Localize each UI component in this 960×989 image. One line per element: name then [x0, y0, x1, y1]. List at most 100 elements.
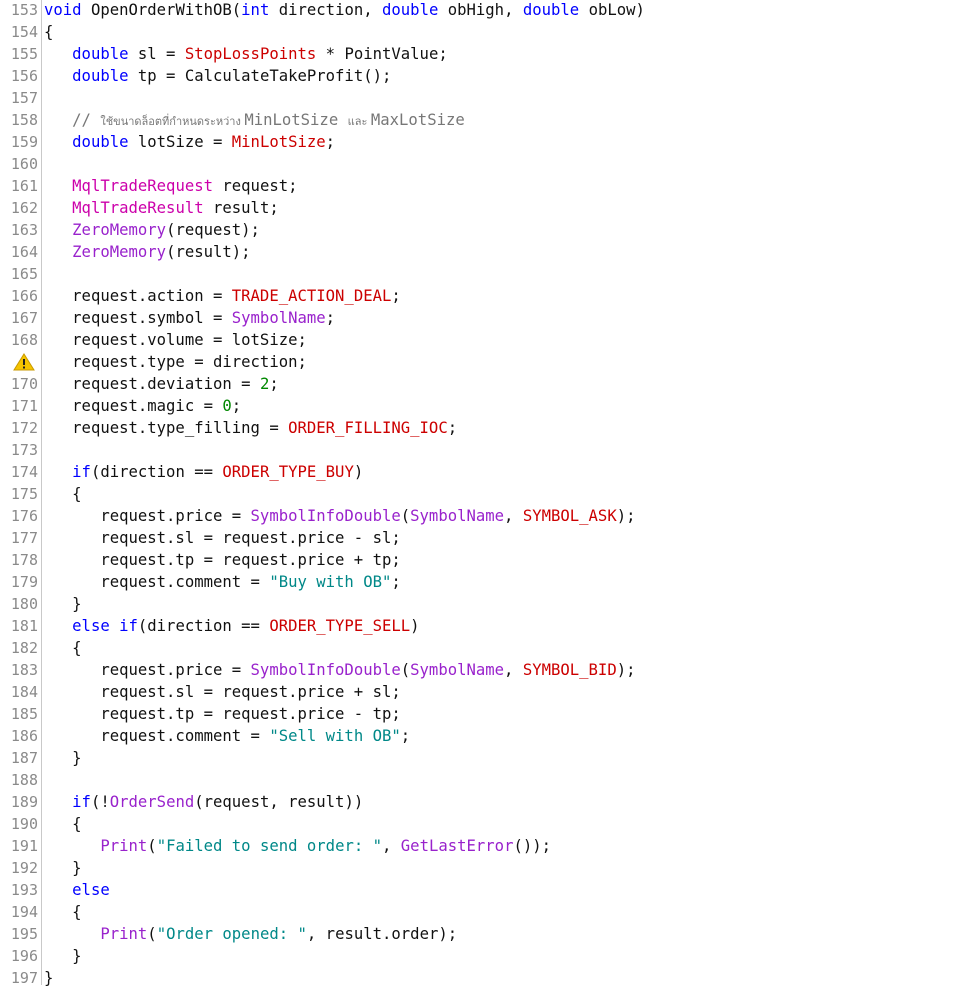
code-line[interactable]: 180 }	[0, 593, 960, 615]
code-token: );	[616, 661, 636, 679]
code-token: request.volume = lotSize;	[44, 331, 307, 349]
line-number: 183	[10, 661, 38, 679]
code-line[interactable]: 186 request.comment = "Sell with OB";	[0, 725, 960, 747]
code-line[interactable]: 178 request.tp = request.price + tp;	[0, 549, 960, 571]
code-line[interactable]: 184 request.sl = request.price + sl;	[0, 681, 960, 703]
code-line[interactable]: 187 }	[0, 747, 960, 769]
code-line[interactable]: 183 request.price = SymbolInfoDouble(Sym…	[0, 659, 960, 681]
code-line[interactable]: 181 else if(direction == ORDER_TYPE_SELL…	[0, 615, 960, 637]
code-token: "Sell with OB"	[269, 727, 401, 745]
code-token: double	[72, 133, 138, 151]
code-line[interactable]: 159 double lotSize = MinLotSize;	[0, 131, 960, 153]
code-line[interactable]: 191 Print("Failed to send order: ", GetL…	[0, 835, 960, 857]
code-line[interactable]: 193 else	[0, 879, 960, 901]
line-number: 156	[10, 67, 38, 85]
code-token: )	[410, 617, 420, 635]
code-line[interactable]: 196 }	[0, 945, 960, 967]
code-line[interactable]: 175 {	[0, 483, 960, 505]
code-line[interactable]: 177 request.sl = request.price - sl;	[0, 527, 960, 549]
code-line[interactable]: 154 {	[0, 21, 960, 43]
code-line[interactable]: 162 MqlTradeResult result;	[0, 197, 960, 219]
code-text: request.comment = "Sell with OB";	[44, 725, 410, 747]
code-token: MqlTradeRequest	[72, 177, 213, 195]
code-text: // ใช้ขนาดล็อตที่กำหนดระหว่าง MinLotSize…	[44, 109, 465, 133]
code-line[interactable]: 153 void OpenOrderWithOB(int direction, d…	[0, 0, 960, 21]
line-number: 182	[10, 639, 38, 657]
code-token: ;	[231, 397, 242, 415]
code-line[interactable]: 189 if(!OrderSend(request, result))	[0, 791, 960, 813]
code-token: request.type = direction;	[44, 353, 307, 371]
code-token: ;	[325, 309, 336, 327]
code-token: //	[44, 111, 101, 129]
code-token: (	[147, 925, 157, 943]
code-token: request.tp = request.price - tp;	[44, 705, 401, 723]
code-line[interactable]: 176 request.price = SymbolInfoDouble(Sym…	[0, 505, 960, 527]
code-line[interactable]: 192 }	[0, 857, 960, 879]
code-line[interactable]: 158 // ใช้ขนาดล็อตที่กำหนดระหว่าง MinLot…	[0, 109, 960, 131]
code-token: "Buy with OB"	[269, 573, 392, 591]
line-number: 154	[10, 23, 38, 41]
code-line[interactable]: request.type = direction;	[0, 351, 960, 373]
line-number: 196	[10, 947, 38, 965]
code-line[interactable]: 170 request.deviation = 2;	[0, 373, 960, 395]
code-token: double	[72, 67, 138, 85]
line-number: 175	[10, 485, 38, 503]
line-number: 167	[10, 309, 38, 327]
code-token: request.price =	[44, 507, 251, 525]
code-token: MinLotSize	[244, 111, 348, 129]
code-token: (request, result))	[194, 793, 364, 811]
line-number: 166	[10, 287, 38, 305]
code-token: ;	[400, 727, 411, 745]
code-line[interactable]: 171 request.magic = 0;	[0, 395, 960, 417]
code-line[interactable]: 168 request.volume = lotSize;	[0, 329, 960, 351]
code-line[interactable]: 182 {	[0, 637, 960, 659]
code-line[interactable]: 173	[0, 439, 960, 461]
line-number: 171	[10, 397, 38, 415]
line-number: 163	[10, 221, 38, 239]
line-number: 191	[10, 837, 38, 855]
code-line[interactable]: 161 MqlTradeRequest request;	[0, 175, 960, 197]
code-line[interactable]: 155 double sl = StopLossPoints * PointVa…	[0, 43, 960, 65]
line-number: 190	[10, 815, 38, 833]
code-token: {	[44, 23, 54, 41]
code-line[interactable]: 197}	[0, 967, 960, 989]
code-line[interactable]: 157	[0, 87, 960, 109]
code-token: request.magic =	[44, 397, 223, 415]
code-token: ,	[382, 837, 401, 855]
code-token: TRADE_ACTION_DEAL	[231, 287, 392, 305]
code-line[interactable]: 179 request.comment = "Buy with OB";	[0, 571, 960, 593]
code-token: ;	[269, 375, 279, 393]
code-token: 0	[222, 397, 232, 415]
line-number: 178	[10, 551, 38, 569]
code-line[interactable]: 190 {	[0, 813, 960, 835]
code-token: MaxLotSize	[370, 111, 465, 129]
code-editor[interactable]: 153 void OpenOrderWithOB(int direction, d…	[0, 0, 960, 987]
code-line[interactable]: 172 request.type_filling = ORDER_FILLING…	[0, 417, 960, 439]
code-line[interactable]: 156 double tp = CalculateTakeProfit();	[0, 65, 960, 87]
code-text: else if(direction == ORDER_TYPE_SELL)	[44, 615, 420, 637]
code-line[interactable]: 188	[0, 769, 960, 791]
code-line[interactable]: 185 request.tp = request.price - tp;	[0, 703, 960, 725]
code-token: ใช้ขนาดล็อตที่กำหนดระหว่าง	[100, 115, 245, 128]
code-line[interactable]: 166 request.action = TRADE_ACTION_DEAL;	[0, 285, 960, 307]
code-text: ZeroMemory(request);	[44, 219, 260, 241]
code-line[interactable]: 164 ZeroMemory(result);	[0, 241, 960, 263]
code-line[interactable]: 174 if(direction == ORDER_TYPE_BUY)	[0, 461, 960, 483]
line-number: 174	[10, 463, 38, 481]
code-line[interactable]: 165	[0, 263, 960, 285]
code-line[interactable]: 160	[0, 153, 960, 175]
code-token: ,	[504, 507, 523, 525]
code-line[interactable]: 194 {	[0, 901, 960, 923]
code-line[interactable]: 167 request.symbol = SymbolName;	[0, 307, 960, 329]
line-number: 153	[10, 1, 38, 19]
code-token: GetLastError	[400, 837, 514, 855]
line-number: 187	[10, 749, 38, 767]
warning-icon[interactable]	[13, 353, 35, 371]
code-token: request.comment =	[44, 727, 270, 745]
code-line[interactable]: 163 ZeroMemory(request);	[0, 219, 960, 241]
code-text: request.price = SymbolInfoDouble(SymbolN…	[44, 659, 636, 681]
line-number: 195	[10, 925, 38, 943]
code-line[interactable]: 195 Print("Order opened: ", result.order…	[0, 923, 960, 945]
